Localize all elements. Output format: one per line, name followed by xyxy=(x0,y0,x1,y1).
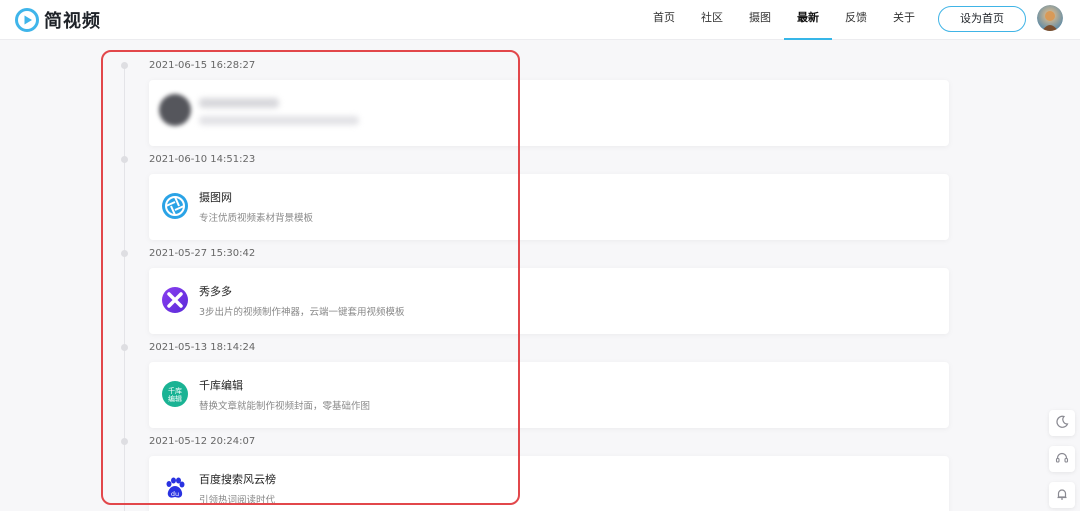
svg-text:du: du xyxy=(171,490,179,498)
nav-item-home[interactable]: 首页 xyxy=(648,0,680,40)
timeline-card[interactable]: 摄图网 专注优质视频素材背景模板 xyxy=(149,174,949,240)
timeline-card[interactable]: du 百度搜索风云榜 引领热词阅读时代 xyxy=(149,456,949,511)
entry-description: 3步出片的视频制作神器，云端一键套用视频模板 xyxy=(199,307,405,318)
baidu-paw-icon: du xyxy=(161,474,189,502)
entry-title: 百度搜索风云榜 xyxy=(199,473,276,486)
headset-icon xyxy=(1055,450,1069,469)
entry-date: 2021-05-12 20:24:07 xyxy=(149,436,256,447)
user-avatar[interactable] xyxy=(1037,5,1063,31)
moon-icon xyxy=(1055,414,1069,433)
support-button[interactable] xyxy=(1049,446,1075,472)
active-nav-underline xyxy=(784,38,832,40)
entry-description: 专注优质视频素材背景模板 xyxy=(199,213,314,224)
play-logo-icon xyxy=(15,8,39,32)
notification-button[interactable] xyxy=(1049,482,1075,508)
entry-title: 摄图网 xyxy=(199,191,232,204)
blurred-title xyxy=(199,98,279,108)
timeline-card[interactable]: 秀多多 3步出片的视频制作神器，云端一键套用视频模板 xyxy=(149,268,949,334)
bell-icon xyxy=(1055,486,1069,505)
entry-description: 引领热词阅读时代 xyxy=(199,495,276,506)
nav-item-shetu[interactable]: 摄图 xyxy=(744,0,776,40)
timeline-dot xyxy=(121,156,128,163)
svg-text:编辑: 编辑 xyxy=(168,394,182,403)
timeline-dot xyxy=(121,344,128,351)
top-header: 简视频 首页 社区 摄图 最新 反馈 关于 设为首页 xyxy=(0,0,1080,40)
set-homepage-button[interactable]: 设为首页 xyxy=(938,6,1026,32)
entry-description: 替换文章就能制作视频封面，零基础作图 xyxy=(199,401,371,412)
brand-logo[interactable]: 简视频 xyxy=(15,6,101,34)
timeline-dot xyxy=(121,250,128,257)
shutter-icon xyxy=(161,192,189,220)
svg-text:千库: 千库 xyxy=(168,386,182,395)
nav-item-feedback[interactable]: 反馈 xyxy=(840,0,872,40)
entry-title: 秀多多 xyxy=(199,285,232,298)
nav-item-about[interactable]: 关于 xyxy=(888,0,920,40)
entry-date: 2021-05-13 18:14:24 xyxy=(149,342,256,353)
entry-title: 千库编辑 xyxy=(199,379,243,392)
timeline-dot xyxy=(121,62,128,69)
entry-date: 2021-05-27 15:30:42 xyxy=(149,248,256,259)
entry-date: 2021-06-15 16:28:27 xyxy=(149,60,256,71)
blurred-description xyxy=(199,116,359,125)
blurred-avatar-icon xyxy=(159,94,191,126)
nav-item-latest[interactable]: 最新 xyxy=(792,0,824,40)
nav-item-community[interactable]: 社区 xyxy=(696,0,728,40)
x-logo-icon xyxy=(161,286,189,314)
qianku-icon: 千库 编辑 xyxy=(161,380,189,408)
entry-date: 2021-06-10 14:51:23 xyxy=(149,154,256,165)
timeline-dot xyxy=(121,438,128,445)
timeline-card[interactable]: 千库 编辑 千库编辑 替换文章就能制作视频封面，零基础作图 xyxy=(149,362,949,428)
dark-mode-button[interactable] xyxy=(1049,410,1075,436)
timeline-card[interactable] xyxy=(149,80,949,146)
brand-name: 简视频 xyxy=(44,11,101,32)
